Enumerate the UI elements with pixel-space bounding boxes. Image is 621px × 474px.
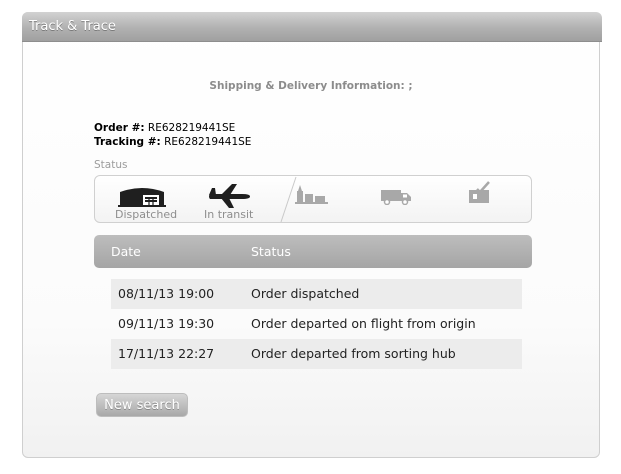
new-search-button[interactable]: New search xyxy=(96,393,188,417)
panel-header: Track & Trace xyxy=(22,12,602,42)
warehouse-icon xyxy=(118,188,166,207)
status-caption: Status xyxy=(94,159,128,171)
status-progress-track: Dispatched In transit xyxy=(94,175,532,223)
order-number-value: RE628219441SE xyxy=(147,122,236,134)
tracking-number-value: RE628219441SE xyxy=(164,136,252,148)
airplane-icon xyxy=(209,184,250,208)
shipping-info-heading: Shipping & Delivery Information: ; xyxy=(209,80,413,92)
row-status: Order departed on flight from origin xyxy=(251,316,476,331)
stage-delivered xyxy=(467,176,517,222)
order-number-line: Order #: RE628219441SE xyxy=(94,122,235,134)
stage-dispatched: Dispatched xyxy=(95,176,190,222)
tracking-number-line: Tracking #: RE628219441SE xyxy=(94,136,251,148)
stage-sorting xyxy=(293,176,343,222)
stage-in-transit: In transit xyxy=(200,176,280,222)
order-number-label: Order #: xyxy=(94,122,145,134)
history-table-body: 08/11/13 19:00 Order dispatched 09/11/13… xyxy=(111,279,522,369)
status-column-header: Status xyxy=(251,244,291,259)
stage-out-for-delivery xyxy=(380,176,430,222)
table-row: 09/11/13 19:30 Order departed on flight … xyxy=(111,309,522,339)
track-trace-panel: Track & Trace Shipping & Delivery Inform… xyxy=(22,12,602,458)
table-row: 08/11/13 19:00 Order dispatched xyxy=(111,279,522,309)
delivery-van-icon xyxy=(381,190,411,205)
row-date: 17/11/13 22:27 xyxy=(118,346,215,361)
panel-title: Track & Trace xyxy=(29,19,116,34)
date-column-header: Date xyxy=(111,244,141,259)
row-status: Order dispatched xyxy=(251,286,360,301)
stage-label: In transit xyxy=(204,208,254,221)
tracking-number-label: Tracking #: xyxy=(94,136,161,148)
delivered-box-icon xyxy=(469,181,490,203)
row-date: 08/11/13 19:00 xyxy=(118,286,215,301)
history-table-header: Date Status xyxy=(94,235,532,268)
table-row: 17/11/13 22:27 Order departed from sorti… xyxy=(111,339,522,369)
row-date: 09/11/13 19:30 xyxy=(118,316,215,331)
stage-label: Dispatched xyxy=(115,208,178,221)
row-status: Order departed from sorting hub xyxy=(251,346,456,361)
sorting-hub-icon xyxy=(295,185,328,204)
